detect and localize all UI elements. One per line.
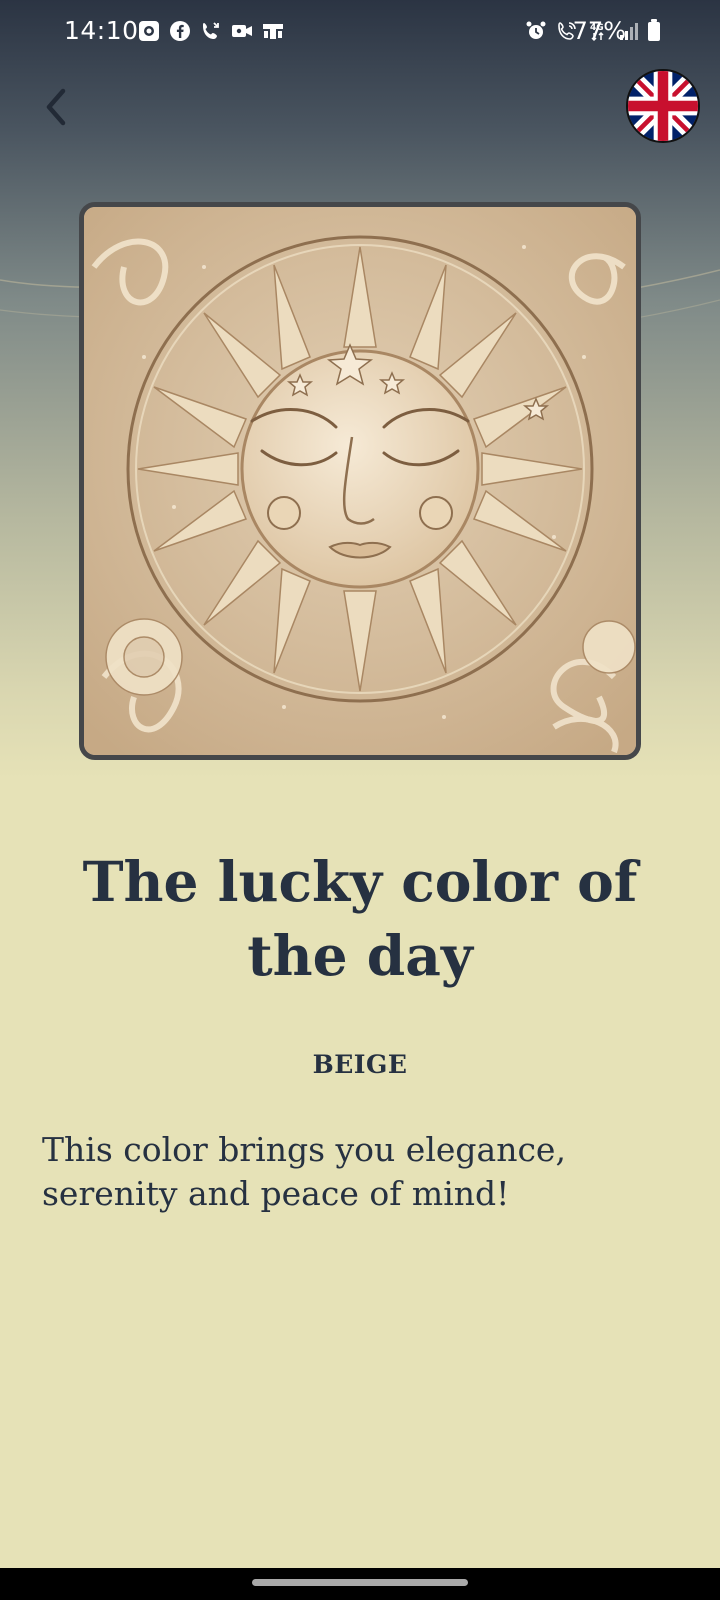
alarm-icon: [526, 21, 546, 39]
sun-face-illustration: [84, 207, 636, 755]
cast-icon: [263, 24, 283, 39]
navigation-bar: [0, 1568, 720, 1600]
facebook-icon: [170, 21, 190, 41]
wifi-call-icon: [203, 22, 219, 39]
back-button[interactable]: [30, 80, 84, 134]
status-bar: 14:10 4G 77%: [0, 0, 720, 64]
status-left-icons: [138, 20, 284, 42]
video-call-icon: [232, 25, 252, 37]
language-switch-button[interactable]: [626, 69, 700, 143]
page-title: The lucky color of the day: [82, 849, 638, 988]
lucky-color-image-card: [79, 202, 641, 760]
home-gesture-handle[interactable]: [252, 1579, 468, 1586]
chevron-left-icon: [46, 88, 66, 126]
battery-percent: 77%: [572, 17, 626, 45]
status-time: 14:10: [64, 16, 139, 45]
battery-icon: [648, 19, 660, 41]
uk-flag-icon: [628, 71, 698, 141]
lucky-color-description: This color brings you elegance, serenity…: [42, 1130, 566, 1213]
lucky-color-name: BEIGE: [312, 1050, 408, 1079]
screen-record-icon: [139, 21, 159, 41]
